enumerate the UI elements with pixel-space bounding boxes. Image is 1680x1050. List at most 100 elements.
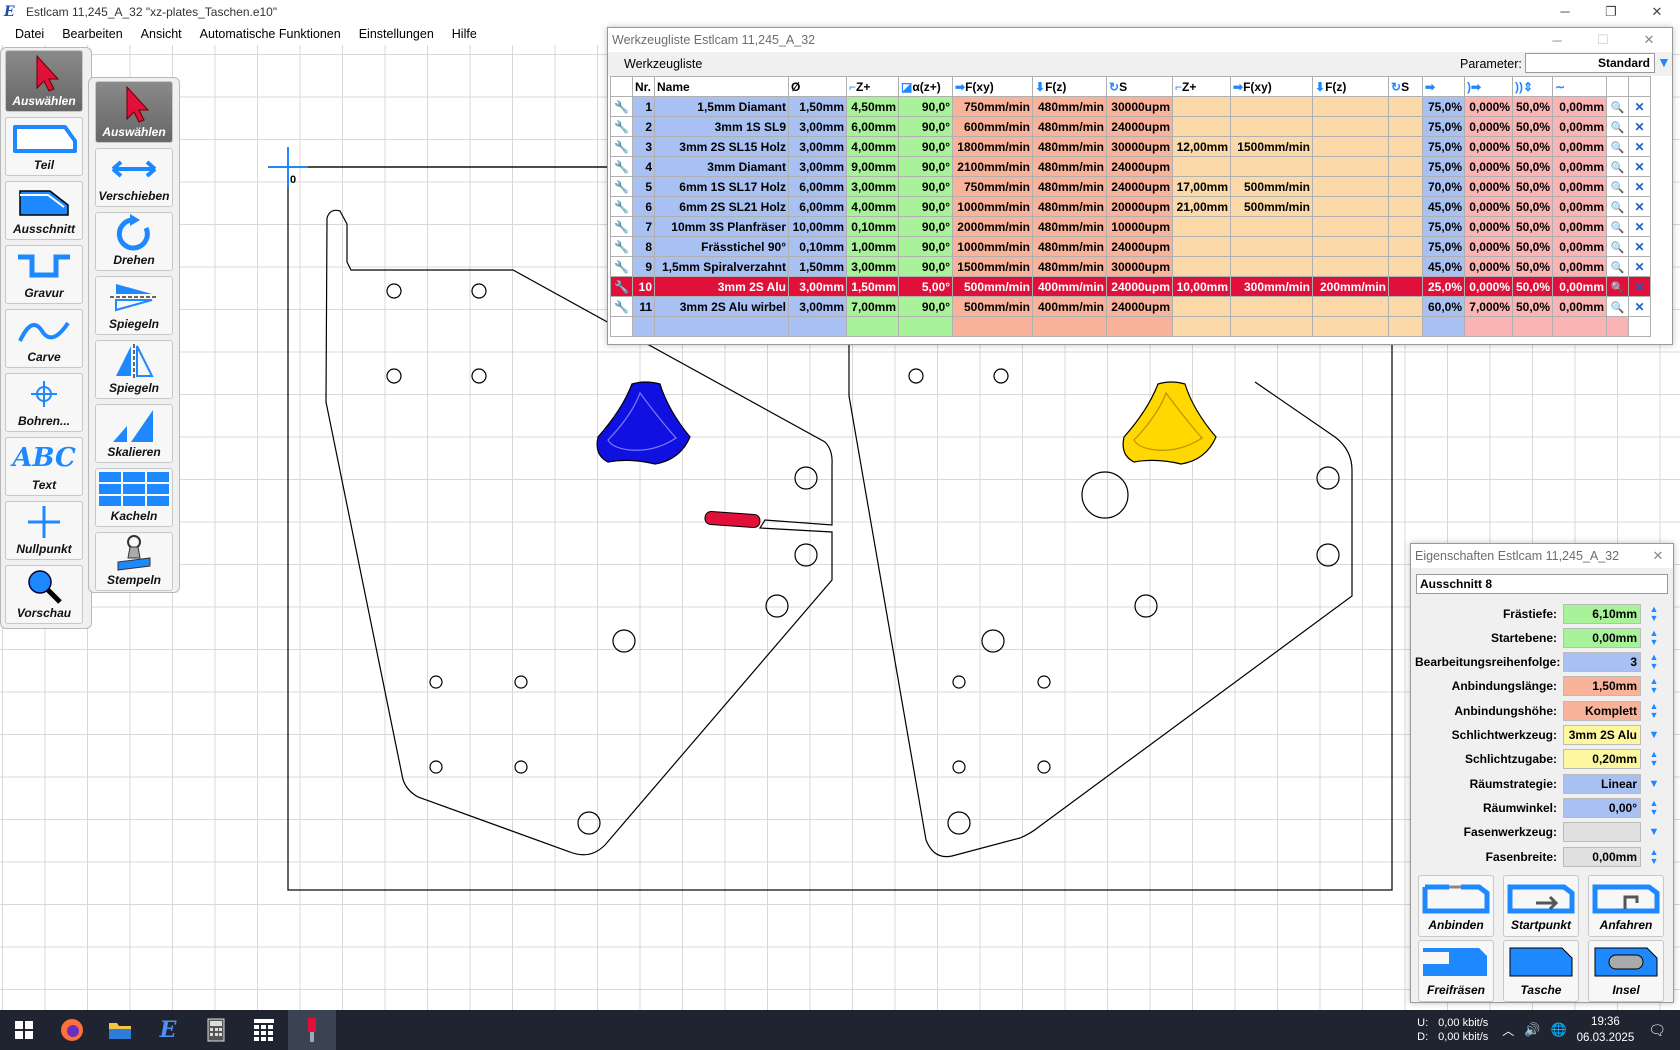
menu-bearbeiten[interactable]: Bearbeiten [53, 27, 131, 41]
table-cell[interactable] [1312, 216, 1389, 237]
spinner-icon[interactable]: ▲ ▼ [1645, 652, 1663, 672]
tool-preview[interactable]: Vorschau [5, 565, 83, 624]
table-cell[interactable]: 480mm/min [1032, 196, 1107, 217]
table-cell[interactable] [788, 316, 847, 337]
table-cell[interactable]: 50,0% [1512, 256, 1553, 277]
table-cell[interactable] [1172, 316, 1231, 337]
table-cell[interactable]: 0,00mm [1552, 216, 1607, 237]
property-value[interactable]: 3 [1563, 652, 1641, 673]
table-cell[interactable] [1388, 276, 1423, 297]
table-cell[interactable] [1388, 136, 1423, 157]
table-cell[interactable]: 30000upm [1106, 96, 1173, 117]
table-row[interactable]: 🔧 10 3mm 2S Alu 3,00mm 1,50mm 5,00° 500mm/min 4… [610, 276, 1651, 297]
startpunkt-button[interactable]: Startpunkt [1503, 875, 1579, 937]
table-cell[interactable]: 4,00mm [846, 196, 899, 217]
table-cell[interactable]: 75,0% [1422, 236, 1465, 257]
col-fxy[interactable]: ➡F(xy) [952, 76, 1033, 97]
table-cell[interactable] [1172, 116, 1231, 137]
col-s[interactable]: ↻S [1106, 76, 1173, 97]
table-cell[interactable]: 3mm Diamant [654, 156, 789, 177]
subtool-select[interactable]: Auswählen [95, 81, 173, 143]
hole[interactable] [1134, 594, 1158, 618]
tool-select[interactable]: Auswählen [5, 50, 83, 112]
hole[interactable] [765, 594, 789, 618]
subtool-move[interactable]: Verschieben [95, 148, 173, 207]
table-cell[interactable]: 3mm 2S SL15 Holz [654, 136, 789, 157]
freifraesen-button[interactable]: Freifräsen [1418, 940, 1494, 1002]
table-cell[interactable]: 3mm 2S Alu [654, 276, 789, 297]
table-cell[interactable]: 75,0% [1422, 156, 1465, 177]
table-row[interactable]: 🔧 6 6mm 2S SL21 Holz 6,00mm 4,00mm 90,0° 1000m… [610, 196, 1651, 217]
table-row[interactable]: 🔧 8 Frässtichel 90° 0,10mm 1,00mm 90,0° 1000mm… [610, 236, 1651, 257]
preview-magnifier-icon[interactable]: 🔍 [1606, 116, 1629, 137]
table-cell[interactable]: 480mm/min [1032, 96, 1107, 117]
table-cell[interactable]: 750mm/min [952, 96, 1033, 117]
table-cell[interactable]: 500mm/min [1230, 196, 1313, 217]
preview-magnifier-icon[interactable]: 🔍 [1606, 256, 1629, 277]
tool-drill[interactable]: Bohren... [5, 373, 83, 432]
table-cell[interactable]: 75,0% [1422, 116, 1465, 137]
table-cell[interactable]: 6 [632, 196, 655, 217]
hole[interactable] [612, 629, 636, 653]
menu-ansicht[interactable]: Ansicht [132, 27, 191, 41]
table-cell[interactable]: 4,00mm [846, 136, 899, 157]
table-cell[interactable]: 2100mm/min [952, 156, 1033, 177]
hole[interactable] [908, 368, 924, 384]
table-cell[interactable]: 6mm 2S SL21 Holz [654, 196, 789, 217]
minimize-icon[interactable]: ─ [1542, 0, 1588, 23]
table-cell[interactable]: 50,0% [1512, 276, 1553, 297]
wrench-icon[interactable]: 🔧 [610, 136, 633, 157]
menu-hilfe[interactable]: Hilfe [443, 27, 486, 41]
property-value[interactable]: 6,10mm [1563, 603, 1641, 624]
hole[interactable] [514, 760, 528, 774]
table-cell[interactable]: 0,00mm [1552, 156, 1607, 177]
table-cell[interactable]: 500mm/min [952, 276, 1033, 297]
col-smooth[interactable]: ∼ [1552, 76, 1607, 97]
table-cell[interactable]: 5,00° [898, 276, 953, 297]
table-cell[interactable] [1172, 216, 1231, 237]
tool-text[interactable]: ABC Text [5, 437, 83, 496]
hole[interactable] [952, 760, 966, 774]
table-cell[interactable]: 90,0° [898, 136, 953, 157]
table-cell[interactable]: 0,000% [1464, 276, 1513, 297]
property-value[interactable]: 0,00° [1563, 797, 1641, 818]
table-cell[interactable] [1230, 316, 1313, 337]
property-value[interactable] [1563, 822, 1641, 843]
table-cell[interactable]: 750mm/min [952, 176, 1033, 197]
col-z-plus[interactable]: ⌐Z+ [846, 76, 899, 97]
table-cell[interactable] [1388, 176, 1423, 197]
table-cell[interactable] [1172, 156, 1231, 177]
hole[interactable] [386, 283, 402, 299]
col-fxy-2[interactable]: ➡F(xy) [1230, 76, 1313, 97]
table-cell[interactable]: 0,000% [1464, 216, 1513, 237]
table-cell[interactable] [898, 316, 953, 337]
col-overlap[interactable]: )➡ [1464, 76, 1513, 97]
table-cell[interactable] [1388, 296, 1423, 317]
maximize-icon[interactable]: ❐ [1588, 0, 1634, 23]
clock-time[interactable]: 19:36 [1591, 1014, 1620, 1030]
table-cell[interactable]: 7,00mm [846, 296, 899, 317]
property-value[interactable]: 3mm 2S Alu [1563, 725, 1641, 745]
menu-einstellungen[interactable]: Einstellungen [350, 27, 443, 41]
hole[interactable] [981, 629, 1005, 653]
table-cell[interactable]: 6,00mm [788, 196, 847, 217]
spinner-icon[interactable]: ▲ ▼ [1645, 604, 1663, 624]
table-cell[interactable] [1230, 236, 1313, 257]
hole[interactable] [386, 368, 402, 384]
table-cell[interactable] [1106, 316, 1173, 337]
table-cell[interactable] [1606, 316, 1629, 337]
table-cell[interactable]: 1000mm/min [952, 236, 1033, 257]
table-cell[interactable]: 0,00mm [1552, 196, 1607, 217]
table-cell[interactable] [632, 316, 655, 337]
col-s-2[interactable]: ↻S [1388, 76, 1423, 97]
table-row[interactable]: 🔧 9 1,5mm Spiralverzahnt 1,50mm 3,00mm 90,0° 1… [610, 256, 1651, 277]
spinner-icon[interactable]: ▲ ▼ [1645, 701, 1663, 721]
origin-marker[interactable] [268, 147, 308, 187]
wrench-icon[interactable]: 🔧 [610, 196, 633, 217]
delete-tool-icon[interactable]: ✕ [1628, 196, 1651, 217]
hole[interactable] [794, 543, 818, 567]
table-cell[interactable]: 30000upm [1106, 256, 1173, 277]
col-diameter[interactable]: Ø [788, 76, 847, 97]
table-cell[interactable]: 480mm/min [1032, 216, 1107, 237]
wrench-icon[interactable]: 🔧 [610, 256, 633, 277]
